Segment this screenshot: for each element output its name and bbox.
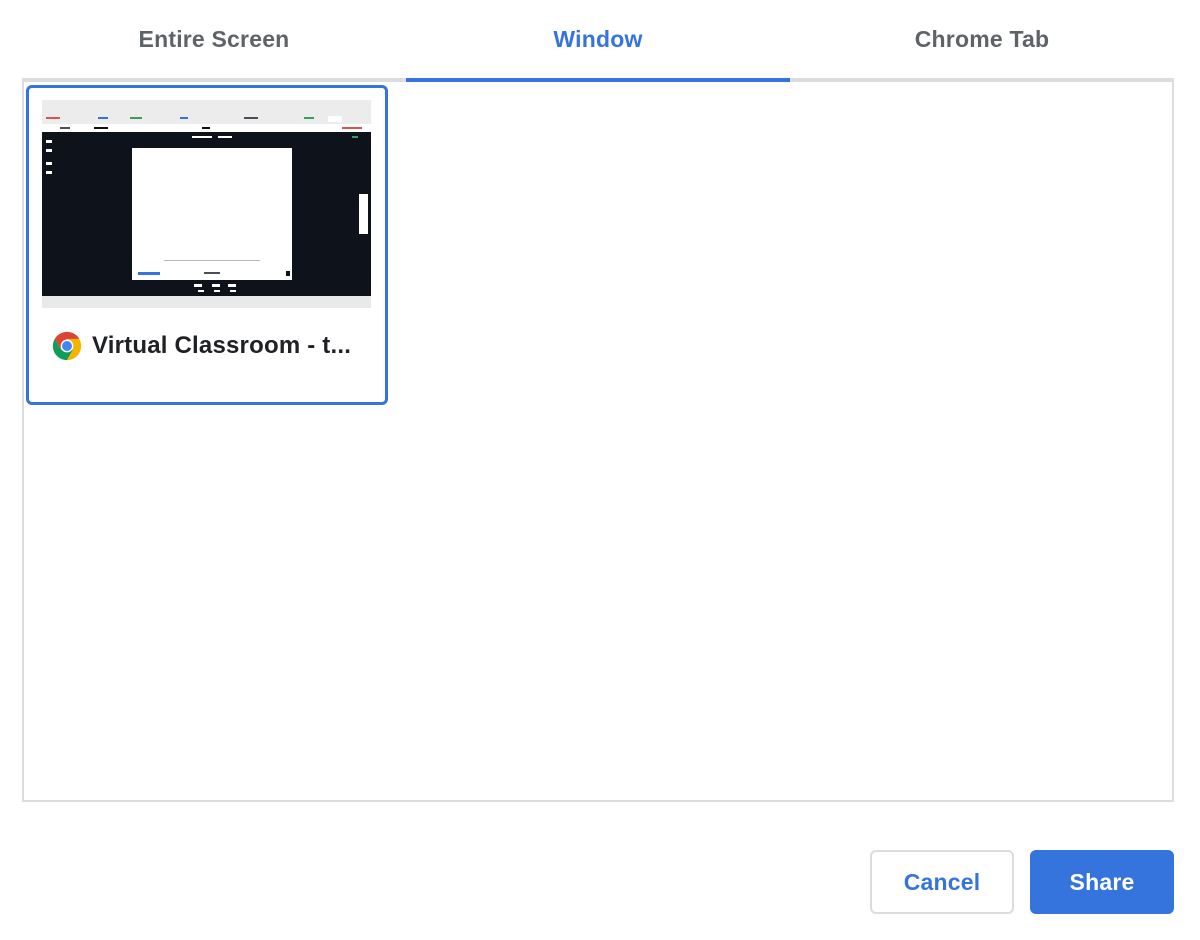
- thumbnail-side-widget: [359, 194, 368, 234]
- window-title: Virtual Classroom - t...: [92, 332, 352, 359]
- window-card[interactable]: Virtual Classroom - t...: [26, 85, 388, 405]
- thumbnail-speck: [214, 290, 220, 292]
- window-thumbnail: [42, 100, 371, 308]
- thumbnail-speck: [218, 136, 232, 138]
- thumbnail-speck: [202, 127, 210, 129]
- window-list-panel: Virtual Classroom - t...: [22, 82, 1174, 802]
- share-button[interactable]: Share: [1030, 850, 1174, 914]
- cancel-button[interactable]: Cancel: [870, 850, 1014, 914]
- thumbnail-speck: [286, 271, 290, 276]
- thumbnail-speck: [98, 117, 108, 119]
- thumbnail-speck: [164, 260, 260, 261]
- thumbnail-speck: [46, 117, 60, 119]
- thumbnail-speck: [130, 117, 142, 119]
- thumbnail-speck: [244, 117, 258, 119]
- window-card-footer: Virtual Classroom - t...: [50, 328, 372, 364]
- thumbnail-speck: [180, 117, 188, 119]
- tab-window[interactable]: Window: [406, 0, 790, 82]
- tab-chrome-tab[interactable]: Chrome Tab: [790, 0, 1174, 82]
- thumbnail-speck: [328, 116, 342, 122]
- thumbnail-speck: [138, 272, 160, 275]
- thumbnail-speck: [46, 171, 52, 174]
- thumbnail-speck: [94, 127, 108, 129]
- chrome-icon: [51, 330, 83, 362]
- thumbnail-speck: [204, 272, 220, 274]
- thumbnail-speck: [46, 140, 52, 143]
- thumbnail-speck: [304, 117, 314, 119]
- thumbnail-speck: [228, 284, 236, 287]
- tab-entire-screen[interactable]: Entire Screen: [22, 0, 406, 82]
- thumbnail-speck: [46, 162, 52, 165]
- thumbnail-speck: [192, 136, 212, 138]
- thumbnail-speck: [46, 149, 52, 152]
- thumbnail-browser-bar: [42, 100, 371, 124]
- source-tabs: Entire Screen Window Chrome Tab: [22, 0, 1174, 82]
- thumbnail-speck: [60, 127, 70, 129]
- thumbnail-speck: [212, 284, 220, 287]
- thumbnail-speck: [198, 290, 204, 292]
- thumbnail-speck: [342, 127, 362, 129]
- thumbnail-speck: [352, 136, 358, 138]
- thumbnail-speck: [230, 290, 236, 292]
- thumbnail-speck: [194, 284, 202, 287]
